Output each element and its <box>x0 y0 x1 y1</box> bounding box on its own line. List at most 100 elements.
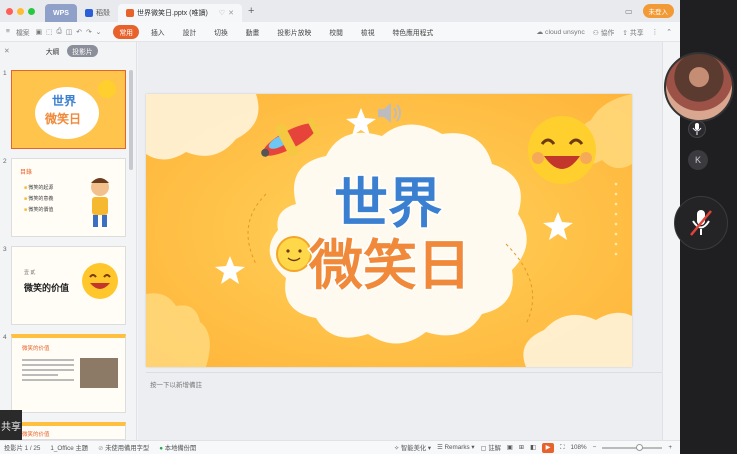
slides-tab[interactable]: 投影片 <box>67 45 98 57</box>
notes-pane[interactable]: 按一下以新增備註 <box>146 372 666 392</box>
tab-home[interactable]: 常用 <box>113 24 139 39</box>
zoom-slider[interactable] <box>602 443 663 451</box>
notes-placeholder: 按一下以新增備註 <box>150 382 202 389</box>
zoom-slider-handle[interactable] <box>636 443 644 451</box>
share-button[interactable]: ⇪ 共享 <box>622 27 643 37</box>
menu-toggle-icon[interactable]: ≡ <box>6 28 10 35</box>
thumb-heading: 微笑的价值 <box>22 432 50 438</box>
title-bar: WPS 稻殼 世界微笑日.pptx (唯讀) ♡ ✕ + ▭ 未登入 <box>0 0 680 22</box>
tab-transitions[interactable]: 切換 <box>208 25 234 39</box>
participant-mic-icon[interactable] <box>688 120 706 138</box>
thumbnail-number: 1 <box>3 70 7 77</box>
thumb-list: ■ 微笑的起源 ■ 微笑的意義 ■ 微笑的價值 <box>24 183 53 216</box>
window-layout-icon[interactable]: ▭ <box>625 7 633 16</box>
slide-title-line2: 微笑日 <box>308 234 471 297</box>
tab-view[interactable]: 檢視 <box>355 25 381 39</box>
close-window-button[interactable] <box>6 7 13 15</box>
tab-design[interactable]: 設計 <box>177 25 203 39</box>
font-status-label: 未使用備用字型 <box>105 445 150 452</box>
status-right: ✧ 智能美化 ▾ ☰ Remarks ▾ ▢ 註解 ▣ ⊞ ◧ ▶ ⛶ 108%… <box>394 442 680 453</box>
tab-animations[interactable]: 動畫 <box>240 25 266 39</box>
thumbnail-slide-4[interactable]: 微笑的价值 <box>11 334 126 413</box>
thumbnail-slide-3[interactable]: 壹 貳 微笑的价值 <box>11 246 126 325</box>
export-icon[interactable]: ⬚ <box>46 28 52 36</box>
smart-beautify-button[interactable]: ✧ 智能美化 ▾ <box>394 443 431 452</box>
mic-muted-icon <box>690 210 712 236</box>
font-status[interactable]: ⊘ 未使用備用字型 <box>98 443 149 452</box>
slide-canvas-area[interactable]: 世界 微笑日 按一下以新增備註 <box>138 42 680 440</box>
reading-view-icon[interactable]: ◧ <box>530 444 536 451</box>
zoom-in-icon[interactable]: + <box>668 444 672 451</box>
thumb-subheading: 壹 貳 <box>24 270 36 276</box>
tab-document[interactable]: 世界微笑日.pptx (唯讀) ♡ ✕ <box>118 4 242 22</box>
smiley-emoji <box>528 116 596 184</box>
backup-status[interactable]: ● 本地備份開 <box>159 443 196 452</box>
smiley-icon <box>82 263 118 299</box>
preview-icon[interactable]: ◫ <box>66 28 72 36</box>
new-tab-icon[interactable]: + <box>248 5 254 17</box>
slide-artwork: 世界 微笑日 <box>146 94 632 367</box>
tab-slideshow[interactable]: 投影片放映 <box>271 25 317 39</box>
zoom-level[interactable]: 108% <box>571 444 587 451</box>
tab-review[interactable]: 校閱 <box>323 25 349 39</box>
login-button[interactable]: 未登入 <box>642 4 674 18</box>
thumb-text-block <box>22 356 74 388</box>
menubar-right: ☁ cloud unsync ⚇ 協作 ⇪ 共享 ⋮ ⌃ <box>536 27 680 37</box>
thumbnail-slide-5[interactable]: 微笑的价值 <box>11 422 126 440</box>
maximize-window-button[interactable] <box>28 7 35 15</box>
close-panel-icon[interactable]: ✕ <box>4 47 10 55</box>
backup-icon: ● <box>159 445 164 452</box>
undo-icon[interactable]: ↶ <box>76 28 82 36</box>
tab-label: WPS <box>53 9 69 17</box>
cloud-status[interactable]: ☁ cloud unsync <box>536 28 584 36</box>
participant-initial-avatar[interactable]: K <box>688 150 708 170</box>
thumb-list-item: ■ 微笑的價值 <box>24 205 53 216</box>
login-label: 未登入 <box>648 9 669 16</box>
remarks-button[interactable]: ☰ Remarks ▾ <box>437 444 475 451</box>
participant-video[interactable] <box>664 52 734 122</box>
menu-bar: ≡ 檔案 ▣ ⬚ ⎙ ◫ ↶ ↷ ⌄ 常用 插入 設計 切換 動畫 投影片放映 … <box>0 22 680 42</box>
heart-icon[interactable]: ♡ <box>219 9 225 17</box>
normal-view-icon[interactable]: ▣ <box>507 444 513 451</box>
redo-icon[interactable]: ↷ <box>86 28 92 36</box>
bullet-icon: ■ <box>24 207 28 213</box>
collapse-ribbon-icon[interactable]: ⌃ <box>666 28 672 36</box>
dochub-icon <box>85 9 93 17</box>
font-check-icon: ⊘ <box>98 445 104 452</box>
tab-wps[interactable]: WPS <box>45 4 77 22</box>
more-icon[interactable]: ⌄ <box>96 28 102 36</box>
child-illustration <box>91 178 109 227</box>
theme-name[interactable]: 1_Office 主題 <box>50 443 88 452</box>
comments-button[interactable]: ▢ 註解 <box>481 443 501 452</box>
share-label: 共享 <box>629 29 644 37</box>
tab-features[interactable]: 特色應用程式 <box>387 25 440 39</box>
slide-canvas[interactable]: 世界 微笑日 <box>146 94 632 367</box>
thumbnail-number: 2 <box>3 158 7 165</box>
participant-initial: K <box>694 155 701 165</box>
print-icon[interactable]: ⎙ <box>56 28 61 36</box>
thumbnail-slide-2[interactable]: 目錄 ■ 微笑的起源 ■ 微笑的意義 ■ 微笑的價值 <box>11 158 126 237</box>
quick-access: ▣ ⬚ ⎙ ◫ ↶ ↷ ⌄ <box>36 28 102 36</box>
collab-button[interactable]: ⚇ 協作 <box>593 27 615 37</box>
tab-insert[interactable]: 插入 <box>145 25 171 39</box>
file-menu[interactable]: 檔案 <box>16 27 30 37</box>
slide-sorter-icon[interactable]: ⊞ <box>519 444 524 451</box>
tab-dochub[interactable]: 稻殼 <box>77 4 118 22</box>
fit-window-icon[interactable]: ⛶ <box>560 444 564 452</box>
thumb-heading: 目錄 <box>20 170 33 176</box>
status-bar: 投影片 1 / 25 1_Office 主題 ⊘ 未使用備用字型 ● 本地備份開… <box>0 440 680 454</box>
slide-panel: ✕ 大綱 投影片 1 世界 微笑日 2 目錄 ■ 微笑的起源 ■ 微笑的意義 ■… <box>0 42 137 440</box>
play-slideshow-button[interactable]: ▶ <box>542 442 555 453</box>
zoom-out-icon[interactable]: − <box>593 444 597 451</box>
save-icon[interactable]: ▣ <box>36 28 42 36</box>
minimize-window-button[interactable] <box>17 7 24 15</box>
close-tab-icon[interactable]: ✕ <box>228 9 234 17</box>
mute-microphone-button[interactable] <box>674 196 728 250</box>
ppt-file-icon <box>126 9 134 17</box>
thumb-heading: 微笑的价值 <box>22 346 50 352</box>
panel-scrollbar[interactable] <box>129 70 133 170</box>
more-options-icon[interactable]: ⋮ <box>652 28 659 36</box>
thumbnail-slide-1[interactable]: 世界 微笑日 <box>11 70 126 149</box>
audio-icon[interactable] <box>374 98 404 130</box>
outline-tab[interactable]: 大綱 <box>46 46 60 56</box>
